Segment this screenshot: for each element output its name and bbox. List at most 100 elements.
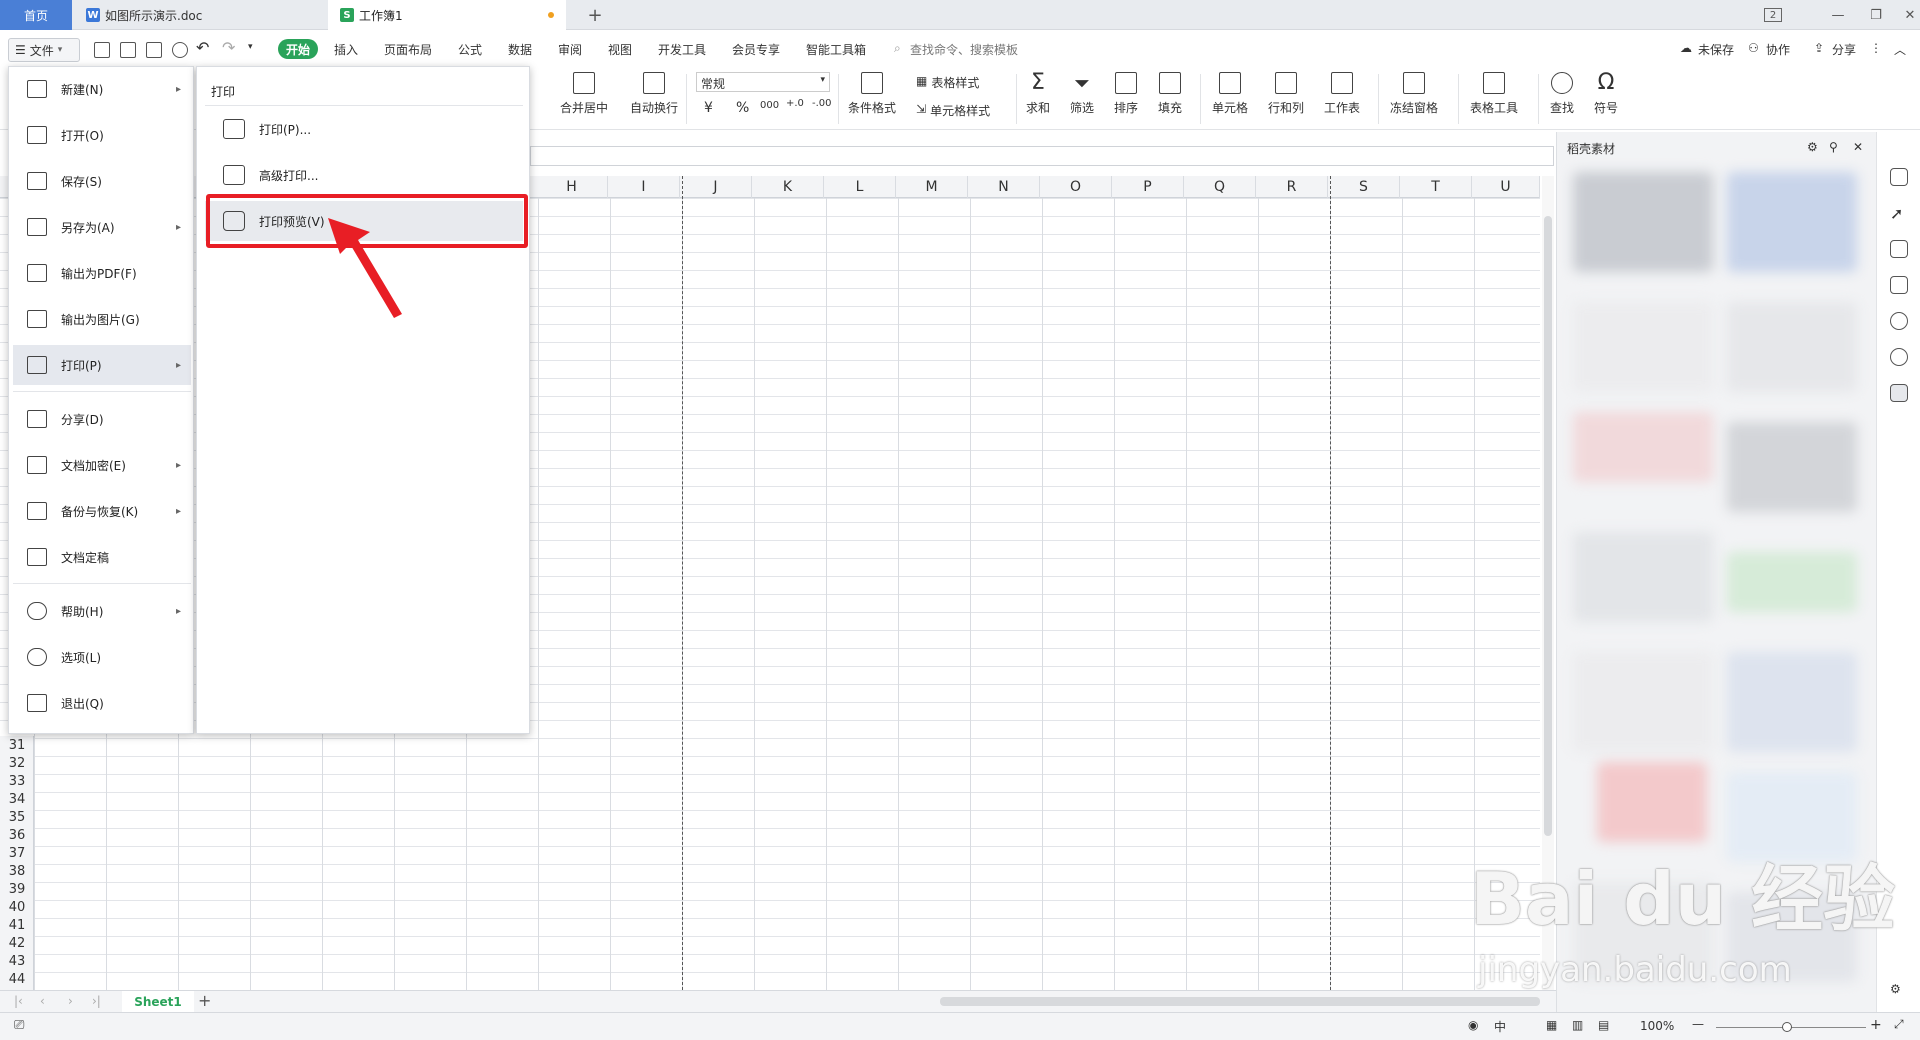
redo-icon[interactable]: ↷: [222, 38, 235, 57]
zoom-out-icon[interactable]: —: [1692, 1017, 1704, 1031]
image-gallery-icon[interactable]: [1890, 384, 1908, 402]
tab-data[interactable]: 数据: [508, 41, 532, 58]
tab-review[interactable]: 审阅: [558, 41, 582, 58]
row-number[interactable]: 34: [0, 790, 34, 808]
row-number[interactable]: 35: [0, 808, 34, 826]
sort-button[interactable]: 排序: [1114, 72, 1138, 116]
menu-item-export-image[interactable]: 输出为图片(G): [13, 299, 191, 339]
row-number[interactable]: 36: [0, 826, 34, 844]
material-thumbnail[interactable]: [1573, 652, 1713, 752]
fill-button[interactable]: 填充: [1158, 72, 1182, 116]
input-language[interactable]: 中: [1494, 1018, 1506, 1035]
column-u[interactable]: U: [1472, 176, 1540, 198]
column-j[interactable]: J: [680, 176, 752, 198]
macro-icon[interactable]: ⎚: [14, 1018, 24, 1033]
increase-decimal-icon[interactable]: +.0: [786, 98, 804, 109]
new-tab-button[interactable]: +: [580, 0, 610, 30]
eye-icon[interactable]: ◉: [1468, 1018, 1478, 1032]
compass-icon[interactable]: [1890, 348, 1908, 366]
material-thumbnail[interactable]: [1727, 422, 1857, 512]
find-button[interactable]: 查找: [1550, 72, 1574, 116]
help-icon[interactable]: [1890, 312, 1908, 330]
filter-button[interactable]: ⏷ 筛选: [1070, 72, 1094, 116]
share-button[interactable]: 分享: [1832, 41, 1856, 58]
menu-item-export-pdf[interactable]: 输出为PDF(F): [13, 253, 191, 293]
command-search-input[interactable]: 查找命令、搜索模板: [910, 41, 1018, 58]
unsaved-status[interactable]: 未保存: [1698, 41, 1734, 58]
menu-item-help[interactable]: 帮助(H) ▸: [13, 591, 191, 631]
row-number[interactable]: 43: [0, 952, 34, 970]
column-q[interactable]: Q: [1184, 176, 1256, 198]
column-p[interactable]: P: [1112, 176, 1184, 198]
row-number[interactable]: 37: [0, 844, 34, 862]
more-icon[interactable]: ⋮: [1870, 41, 1882, 55]
row-number[interactable]: 42: [0, 934, 34, 952]
tab-workbook[interactable]: S 工作簿1: [328, 0, 566, 30]
row-number[interactable]: 38: [0, 862, 34, 880]
advanced-print-item[interactable]: 高级打印...: [205, 155, 523, 195]
currency-button[interactable]: ¥: [704, 100, 713, 116]
collapse-ribbon-icon[interactable]: ︿: [1894, 41, 1906, 58]
print-item[interactable]: 打印(P)...: [205, 109, 523, 149]
column-h[interactable]: H: [536, 176, 608, 198]
menu-item-options[interactable]: 选项(L): [13, 637, 191, 677]
menu-item-new[interactable]: 新建(N) ▸: [13, 69, 191, 109]
column-t[interactable]: T: [1400, 176, 1472, 198]
normal-view-icon[interactable]: ▦: [1546, 1018, 1557, 1032]
tab-view[interactable]: 视图: [608, 41, 632, 58]
tab-member[interactable]: 会员专享: [732, 41, 780, 58]
tab-smart-tools[interactable]: 智能工具箱: [806, 41, 866, 58]
symbol-button[interactable]: Ω 符号: [1594, 72, 1618, 116]
page-break-icon[interactable]: ▤: [1598, 1018, 1609, 1032]
material-thumbnail[interactable]: [1573, 412, 1713, 482]
print-icon[interactable]: [146, 42, 162, 58]
tab-developer[interactable]: 开发工具: [658, 41, 706, 58]
zoom-level[interactable]: 100%: [1640, 1019, 1674, 1033]
menu-item-backup[interactable]: 备份与恢复(K) ▸: [13, 491, 191, 531]
restore-button[interactable]: ❐: [1866, 5, 1886, 25]
material-thumbnail[interactable]: [1573, 302, 1713, 392]
close-button[interactable]: ✕: [1900, 5, 1920, 25]
conditional-format-button[interactable]: 条件格式: [848, 72, 896, 116]
table-tools-button[interactable]: 表格工具: [1470, 72, 1518, 116]
sum-button[interactable]: Σ 求和: [1026, 72, 1050, 116]
settings-icon[interactable]: ⚙: [1890, 982, 1908, 1000]
row-number[interactable]: 41: [0, 916, 34, 934]
pin-icon[interactable]: ⚲: [1829, 140, 1838, 154]
last-sheet-icon[interactable]: ›|: [92, 994, 101, 1008]
sliders-icon[interactable]: [1890, 240, 1908, 258]
row-number[interactable]: 39: [0, 880, 34, 898]
collab-button[interactable]: 协作: [1766, 41, 1790, 58]
cell-button[interactable]: 单元格: [1212, 72, 1248, 116]
table-style-button[interactable]: ▦ 表格样式: [916, 74, 979, 91]
horizontal-scrollbar[interactable]: [940, 997, 1540, 1006]
preview-icon[interactable]: [172, 42, 188, 58]
menu-item-open[interactable]: 打开(O): [13, 115, 191, 155]
fullscreen-icon[interactable]: ⤢: [1894, 1017, 1904, 1032]
column-o[interactable]: O: [1040, 176, 1112, 198]
menu-item-print[interactable]: 打印(P) ▸: [13, 345, 191, 385]
row-number[interactable]: 40: [0, 898, 34, 916]
prev-sheet-icon[interactable]: ‹: [40, 994, 45, 1008]
row-number[interactable]: 31: [0, 736, 34, 754]
row-number[interactable]: 33: [0, 772, 34, 790]
row-number[interactable]: 32: [0, 754, 34, 772]
menu-item-encrypt[interactable]: 文档加密(E) ▸: [13, 445, 191, 485]
freeze-panes-button[interactable]: 冻结窗格: [1390, 72, 1438, 116]
zoom-handle[interactable]: [1782, 1022, 1792, 1032]
tab-start[interactable]: 开始: [278, 39, 318, 59]
material-thumbnail[interactable]: [1727, 172, 1857, 272]
cursor-icon[interactable]: ➚: [1890, 204, 1908, 223]
formula-input[interactable]: [530, 146, 1554, 166]
first-sheet-icon[interactable]: |‹: [14, 994, 23, 1008]
sheet-tab[interactable]: Sheet1: [122, 991, 194, 1013]
file-menu-button[interactable]: ☰ 文件 ▾: [8, 38, 80, 62]
merge-center-button[interactable]: 合并居中: [560, 72, 608, 116]
add-sheet-button[interactable]: +: [198, 991, 211, 1010]
window-count-badge[interactable]: 2: [1764, 8, 1782, 22]
tab-page-layout[interactable]: 页面布局: [384, 41, 432, 58]
material-thumbnail[interactable]: [1597, 762, 1707, 842]
decrease-decimal-icon[interactable]: -.00: [812, 98, 832, 109]
close-icon[interactable]: ✕: [1853, 140, 1863, 154]
cell-style-button[interactable]: ⇲ 单元格样式: [916, 102, 990, 119]
